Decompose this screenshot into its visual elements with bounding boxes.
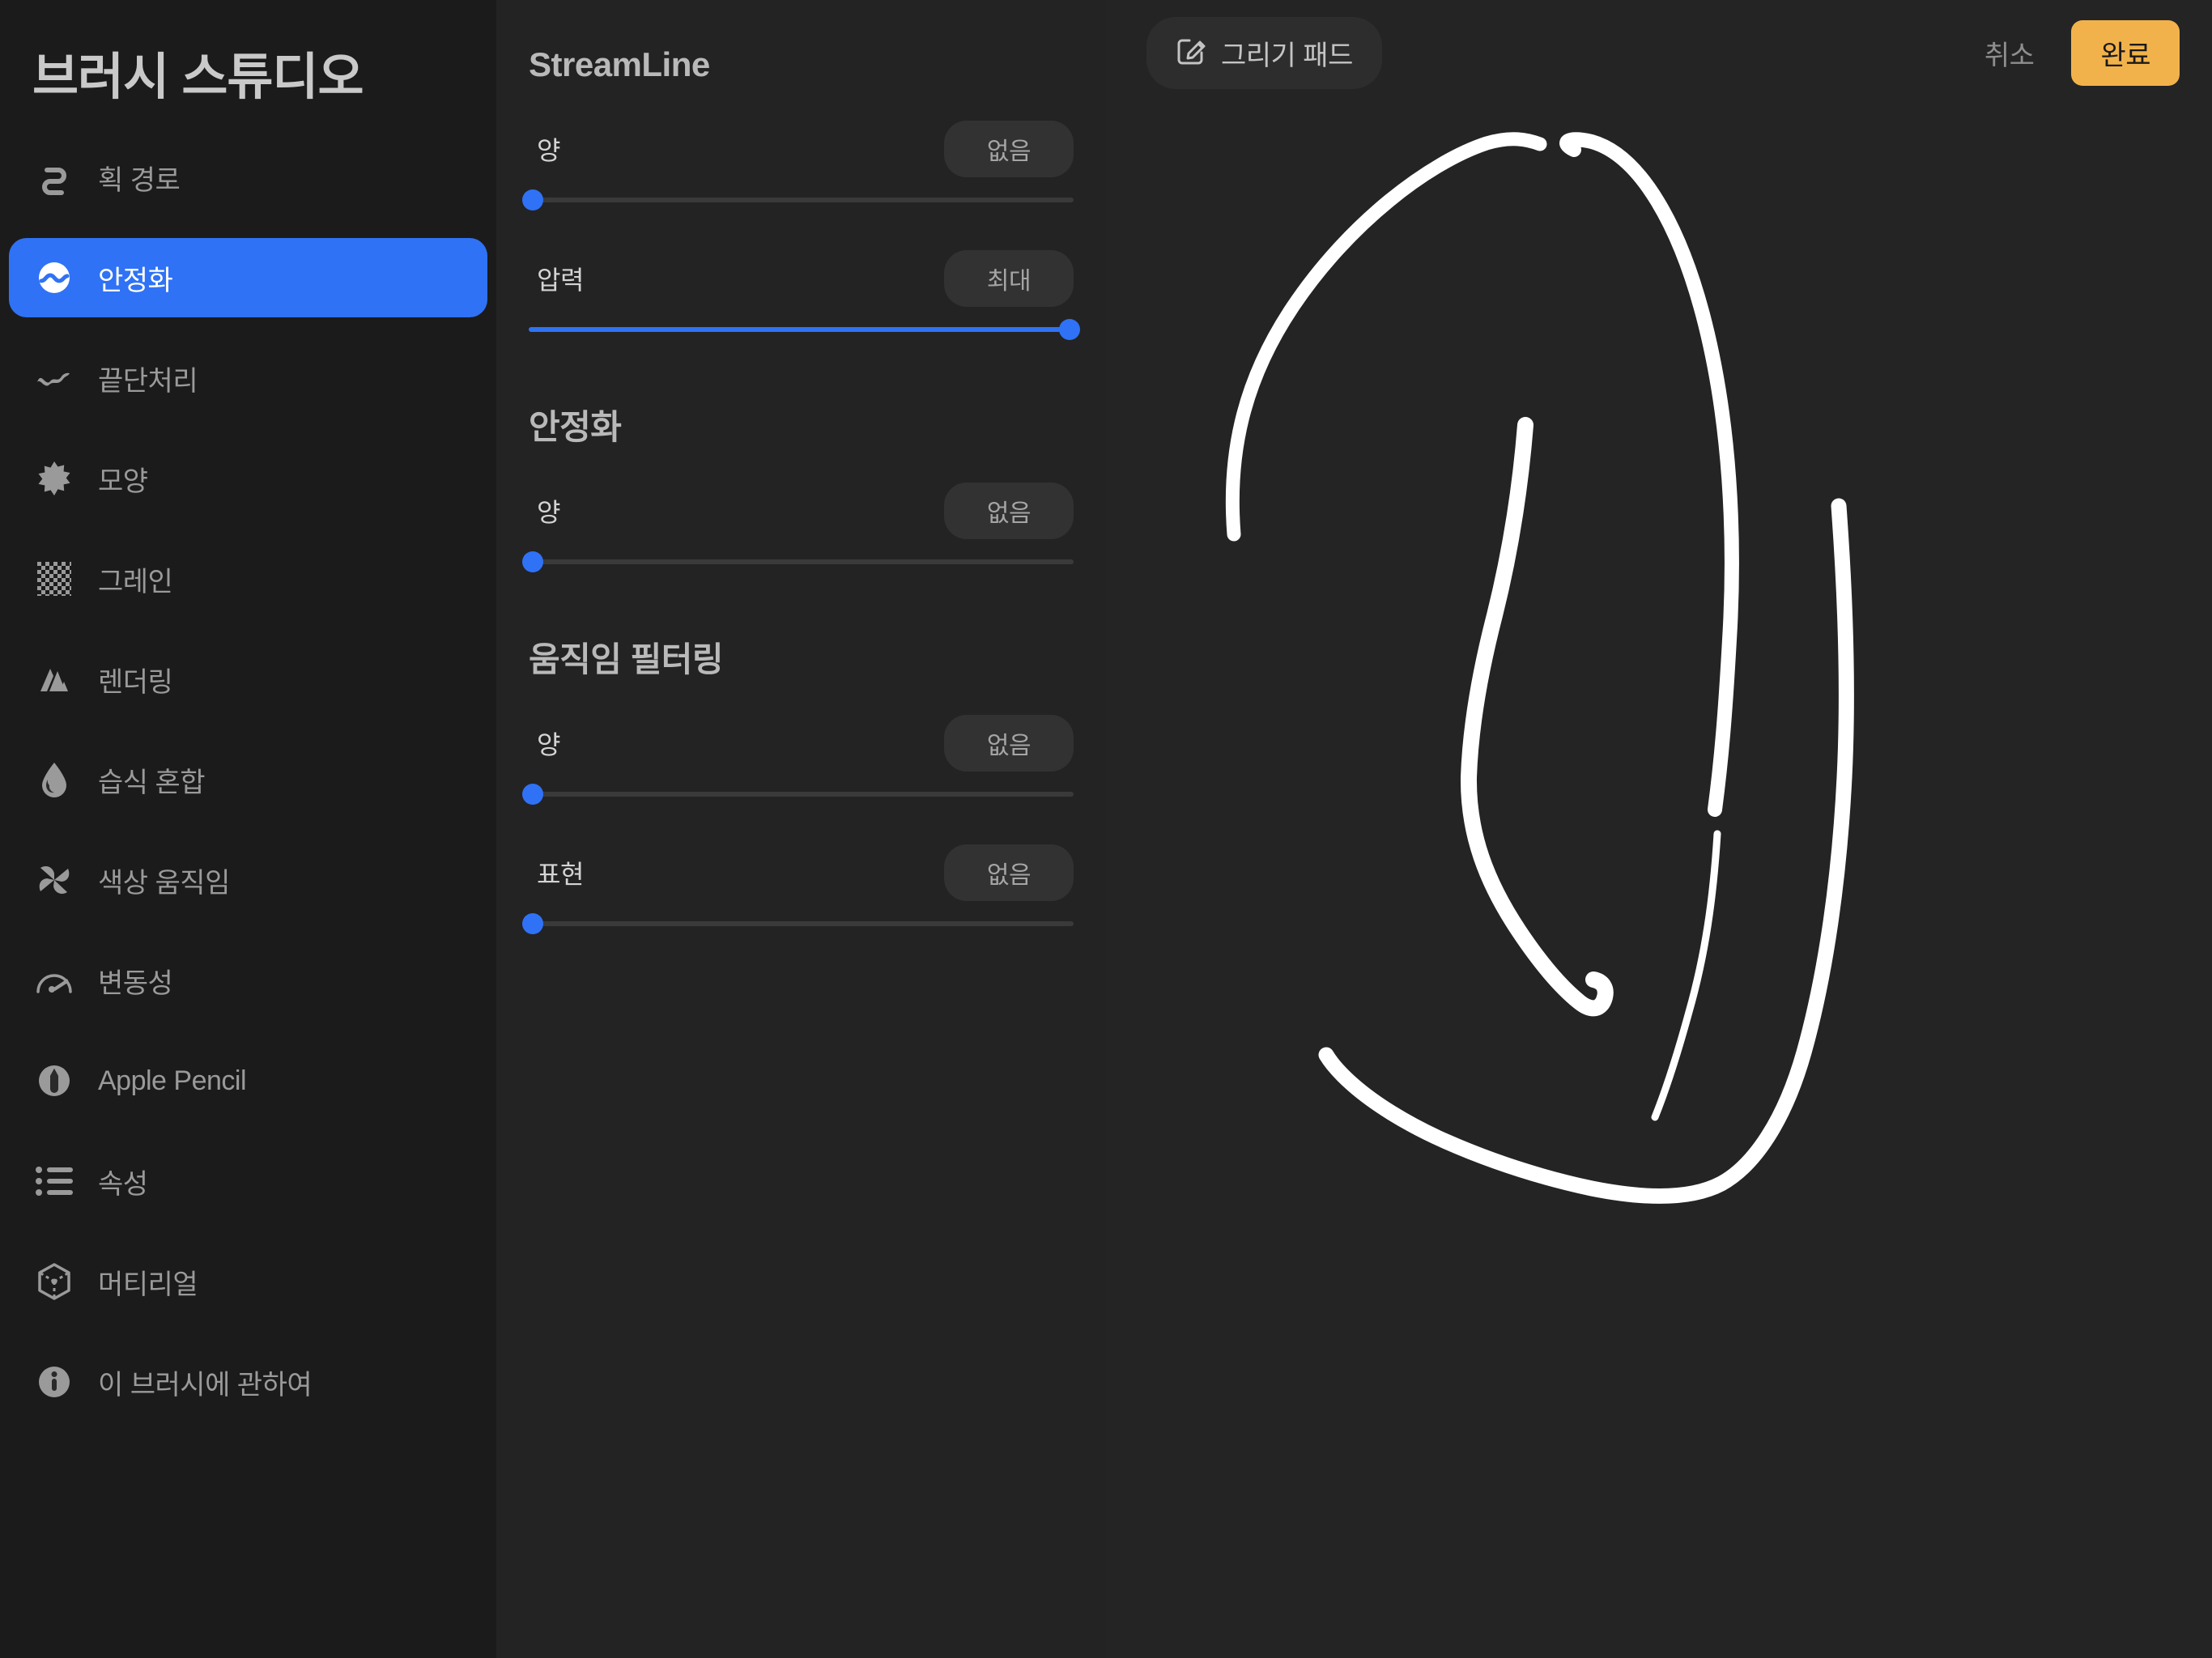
slider-knob[interactable] bbox=[521, 784, 543, 805]
control-stabilization-amount: 양 없음 bbox=[521, 483, 1074, 574]
control-head: 양 없음 bbox=[529, 121, 1074, 177]
control-head: 표현 없음 bbox=[529, 844, 1074, 901]
sidebar-item-label: Apple Pencil bbox=[98, 1065, 247, 1096]
drawing-canvas-area[interactable]: 그리기 패드 취소 완료 bbox=[1106, 0, 2212, 1658]
control-label: 양 bbox=[537, 136, 560, 165]
sidebar-item-label: 습식 혼합 bbox=[98, 767, 206, 798]
slider-streamline-pressure[interactable] bbox=[529, 317, 1081, 342]
properties-icon bbox=[33, 1160, 75, 1202]
sidebar-nav: 획 경로 안정화 끝단처리 모양 그레인 렌더링 습식 혼합 색상 움직임 변동… bbox=[0, 138, 496, 1422]
control-motion-amount: 양 없음 bbox=[521, 715, 1074, 806]
stabilization-icon bbox=[33, 257, 75, 299]
slider-knob[interactable] bbox=[1059, 319, 1081, 340]
sidebar-item-material[interactable]: 머티리얼 bbox=[9, 1242, 487, 1321]
slider-track bbox=[529, 792, 1074, 797]
sidebar-item-taper[interactable]: 끝단처리 bbox=[9, 338, 487, 418]
section-title-stabilization: 안정화 bbox=[529, 408, 622, 446]
stroke-path-icon bbox=[33, 156, 75, 198]
control-head: 양 없음 bbox=[529, 715, 1074, 772]
sidebar-item-label: 머티리얼 bbox=[98, 1269, 198, 1300]
control-motion-expression: 표현 없음 bbox=[521, 844, 1074, 936]
slider-track bbox=[529, 559, 1074, 564]
control-value-pill[interactable]: 최대 bbox=[944, 250, 1074, 307]
sidebar-item-variability[interactable]: 변동성 bbox=[9, 941, 487, 1020]
slider-track bbox=[529, 198, 1074, 202]
sidebar-item-shape[interactable]: 모양 bbox=[9, 439, 487, 518]
sidebar-item-label: 모양 bbox=[98, 466, 148, 497]
taper-icon bbox=[33, 357, 75, 399]
sidebar-item-label: 속성 bbox=[98, 1168, 148, 1200]
sidebar-item-stroke-path[interactable]: 획 경로 bbox=[9, 138, 487, 217]
slider-track bbox=[529, 921, 1074, 926]
control-label: 양 bbox=[537, 730, 560, 759]
variability-icon bbox=[33, 959, 75, 1001]
control-value-pill[interactable]: 없음 bbox=[944, 844, 1074, 901]
apple-pencil-icon bbox=[33, 1060, 75, 1102]
slider-motion-amount[interactable] bbox=[521, 782, 1074, 806]
slider-knob[interactable] bbox=[521, 913, 543, 934]
control-value-pill[interactable]: 없음 bbox=[944, 121, 1074, 177]
control-label: 양 bbox=[537, 498, 560, 527]
material-icon bbox=[33, 1261, 75, 1303]
slider-fill bbox=[529, 327, 1070, 332]
stroke-path-1 bbox=[1225, 132, 1547, 542]
control-streamline-amount: 양 없음 bbox=[521, 121, 1074, 212]
settings-panel: StreamLine 양 없음 압력 최대 안정화 양 없음 움직임 필터링 양… bbox=[496, 0, 1106, 1658]
sidebar-item-label: 변동성 bbox=[98, 967, 173, 999]
stroke-path-2 bbox=[1559, 132, 1739, 817]
sidebar-item-label: 이 브러시에 관하여 bbox=[98, 1369, 313, 1401]
slider-knob[interactable] bbox=[521, 551, 543, 572]
grain-icon bbox=[33, 558, 75, 600]
sidebar-item-apple-pencil[interactable]: Apple Pencil bbox=[9, 1041, 487, 1120]
stroke-path-5 bbox=[1318, 498, 1854, 1204]
slider-streamline-amount[interactable] bbox=[521, 188, 1074, 212]
control-label: 표현 bbox=[537, 860, 584, 889]
control-value-pill[interactable]: 없음 bbox=[944, 715, 1074, 772]
sidebar-item-about-brush[interactable]: 이 브러시에 관하여 bbox=[9, 1342, 487, 1422]
slider-knob[interactable] bbox=[521, 189, 543, 210]
control-streamline-pressure: 압력 최대 bbox=[529, 250, 1081, 342]
panel-title: StreamLine bbox=[529, 45, 710, 83]
stroke-path-3 bbox=[1460, 417, 1614, 1017]
sidebar-item-stabilization[interactable]: 안정화 bbox=[9, 238, 487, 318]
control-head: 압력 최대 bbox=[529, 250, 1074, 307]
control-head: 양 없음 bbox=[529, 483, 1074, 539]
sidebar-item-wet-mix[interactable]: 습식 혼합 bbox=[9, 740, 487, 819]
slider-stabilization-amount[interactable] bbox=[521, 550, 1074, 574]
control-value-pill[interactable]: 없음 bbox=[944, 483, 1074, 539]
about-info-icon bbox=[33, 1361, 75, 1403]
brush-stroke-preview bbox=[1225, 132, 1854, 1204]
sidebar-item-label: 획 경로 bbox=[98, 164, 181, 196]
wet-mix-icon bbox=[33, 759, 75, 801]
sidebar-item-label: 안정화 bbox=[98, 265, 173, 296]
sidebar-item-label: 색상 움직임 bbox=[98, 867, 230, 899]
section-title-motion-filtering: 움직임 필터링 bbox=[529, 640, 724, 678]
slider-motion-expression[interactable] bbox=[521, 912, 1074, 936]
sidebar: 브러시 스튜디오 획 경로 안정화 끝단처리 모양 그레인 렌더링 습식 혼합 … bbox=[0, 0, 496, 1658]
sidebar-item-color-dynamics[interactable]: 색상 움직임 bbox=[9, 840, 487, 920]
rendering-icon bbox=[33, 658, 75, 700]
control-label: 압력 bbox=[537, 266, 584, 295]
stroke-path-4 bbox=[1651, 830, 1721, 1121]
page-title: 브러시 스튜디오 bbox=[32, 49, 364, 105]
sidebar-item-label: 그레인 bbox=[98, 566, 173, 597]
sidebar-item-rendering[interactable]: 렌더링 bbox=[9, 640, 487, 719]
sidebar-item-properties[interactable]: 속성 bbox=[9, 1141, 487, 1221]
brush-studio-window: 브러시 스튜디오 획 경로 안정화 끝단처리 모양 그레인 렌더링 습식 혼합 … bbox=[0, 0, 2212, 1658]
color-dynamics-icon bbox=[33, 859, 75, 901]
shape-icon bbox=[33, 457, 75, 500]
sidebar-item-label: 렌더링 bbox=[98, 666, 173, 698]
sidebar-item-label: 끝단처리 bbox=[98, 365, 198, 397]
sidebar-item-grain[interactable]: 그레인 bbox=[9, 539, 487, 619]
